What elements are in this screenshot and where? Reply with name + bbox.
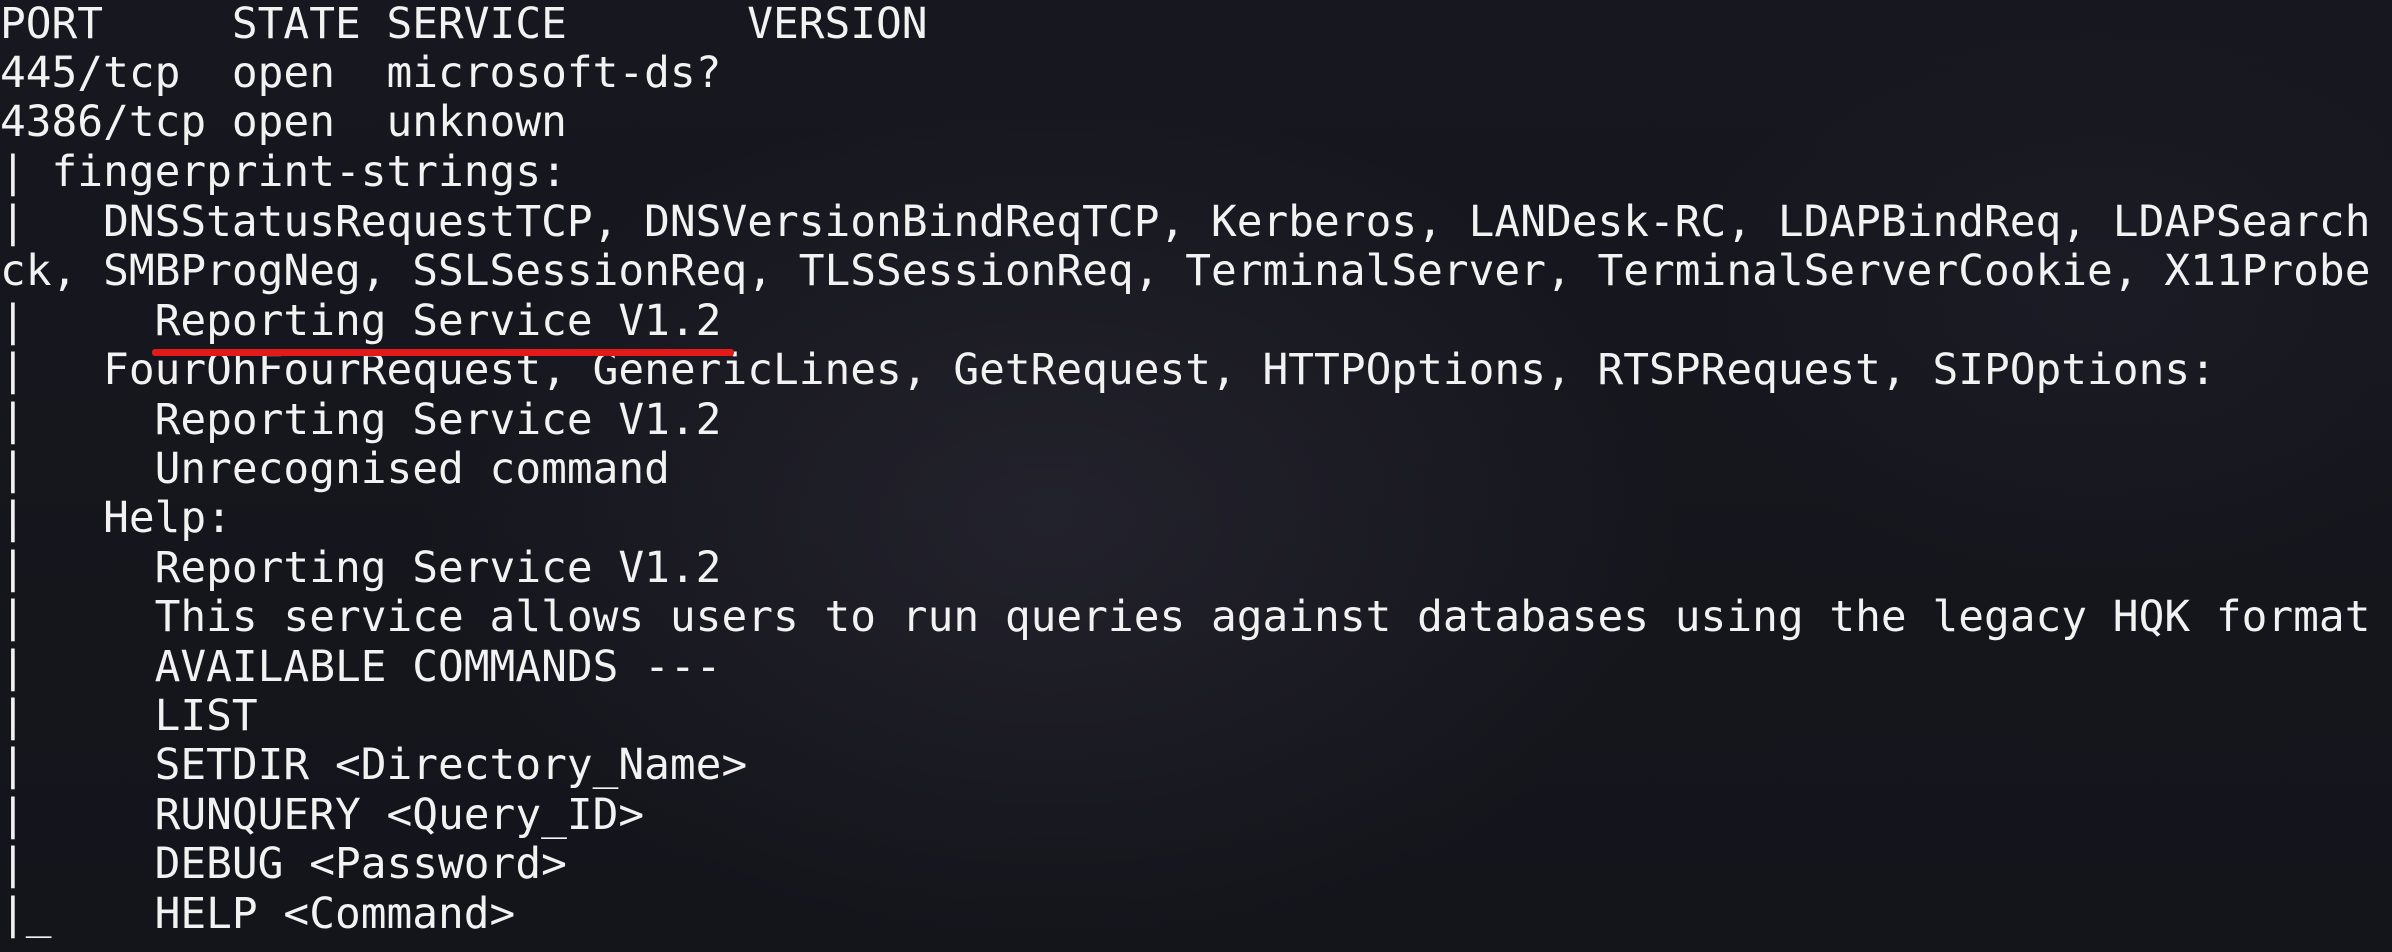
commands-heading: | AVAILABLE COMMANDS --- [0, 642, 722, 692]
command-help: |_ HELP <Command> [0, 889, 516, 939]
header-line: PORT STATE SERVICE VERSION [0, 0, 928, 49]
command-setdir: | SETDIR <Directory_Name> [0, 740, 748, 790]
probe-list-line-1: | DNSStatusRequestTCP, DNSVersionBindReq… [0, 197, 2371, 247]
command-list: | LIST [0, 691, 258, 741]
unrecognised-line: | Unrecognised command [0, 444, 670, 494]
probe-list-line-2: ck, SMBProgNeg, SSLSessionReq, TLSSessio… [0, 246, 2371, 296]
command-runquery: | RUNQUERY <Query_ID> [0, 790, 645, 840]
service-description: | This service allows users to run queri… [0, 592, 2371, 642]
port-4386-line: 4386/tcp open unknown [0, 97, 567, 147]
red-underline-annotation [152, 349, 734, 356]
fingerprint-heading: | fingerprint-strings: [0, 147, 567, 197]
command-debug: | DEBUG <Password> [0, 839, 567, 889]
port-445-line: 445/tcp open microsoft-ds? [0, 48, 722, 98]
service-banner-3: | Reporting Service V1.2 [0, 543, 722, 593]
help-heading: | Help: [0, 493, 232, 543]
terminal-output[interactable]: PORT STATE SERVICE VERSION 445/tcp open … [0, 0, 2392, 952]
service-banner-1: | Reporting Service V1.2 [0, 296, 722, 346]
service-banner-2: | Reporting Service V1.2 [0, 395, 722, 445]
